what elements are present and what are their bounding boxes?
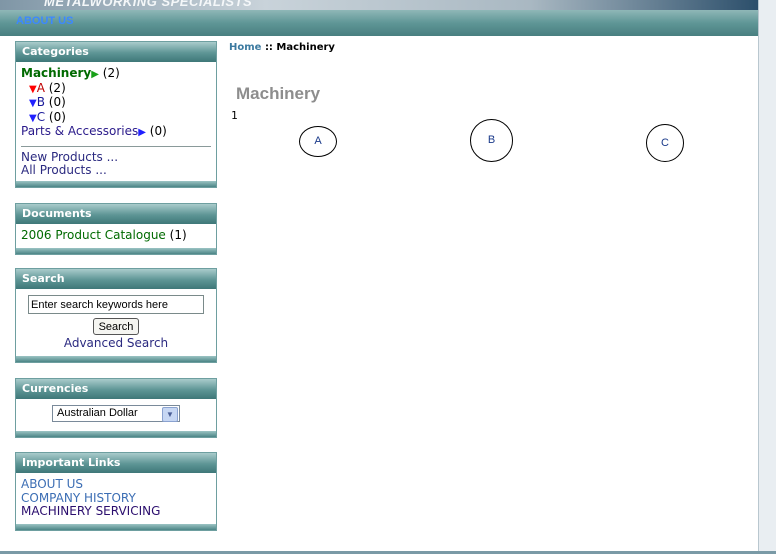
- category-count: (2): [102, 66, 120, 80]
- subcategory-count: (0): [48, 95, 66, 109]
- box-footer: [16, 181, 216, 187]
- subcategory-link-label: A: [314, 135, 322, 147]
- breadcrumb: Home :: Machinery: [229, 42, 335, 53]
- search-input[interactable]: [28, 295, 204, 314]
- page-title: Machinery: [236, 84, 321, 103]
- important-links-box: Important Links ABOUT US COMPANY HISTORY…: [15, 452, 217, 531]
- breadcrumb-separator: ::: [264, 42, 273, 53]
- subcategory-link-label: C: [661, 137, 669, 149]
- subcategory-link-a[interactable]: A: [299, 126, 337, 157]
- box-footer: [16, 356, 216, 362]
- box-footer: [16, 248, 216, 254]
- subcategory-link-b[interactable]: B: [470, 119, 513, 162]
- subcategory-c[interactable]: ▼C (0): [21, 109, 211, 126]
- important-links-heading: Important Links: [16, 453, 216, 473]
- categories-heading: Categories: [16, 42, 216, 62]
- link-company-history[interactable]: COMPANY HISTORY: [21, 491, 211, 506]
- breadcrumb-home-link[interactable]: Home: [229, 42, 261, 53]
- subcategory-count: (0): [48, 109, 66, 124]
- subcategory-a-label[interactable]: A: [37, 81, 45, 95]
- subcategory-a[interactable]: ▼A (2): [21, 80, 211, 97]
- category-machinery[interactable]: Machinery▶ (2): [21, 66, 211, 82]
- currency-select[interactable]: Australian Dollar ▼: [52, 405, 180, 422]
- categories-box: Categories Machinery▶ (2) ▼A (2) ▼B (0) …: [15, 41, 217, 188]
- collapse-down-icon: ▼: [29, 98, 37, 109]
- link-about-us[interactable]: ABOUT US: [21, 477, 211, 492]
- subcategory-count: (2): [48, 80, 66, 95]
- documents-box: Documents 2006 Product Catalogue (1): [15, 203, 217, 255]
- window-frame-right: [758, 0, 776, 554]
- category-machinery-label[interactable]: Machinery: [21, 66, 91, 80]
- collapse-down-icon: ▼: [29, 83, 37, 95]
- currency-selected-value: Australian Dollar: [57, 407, 138, 419]
- link-machinery-servicing[interactable]: MACHINERY SERVICING: [21, 504, 211, 519]
- about-us-nav-link[interactable]: ABOUT US: [16, 15, 73, 27]
- new-products-link[interactable]: New Products ...: [21, 150, 211, 165]
- expand-right-icon: ▶: [91, 69, 99, 80]
- search-box: Search Search Advanced Search: [15, 268, 217, 363]
- document-count: (1): [169, 228, 187, 242]
- header-tagline: METALWORKING SPECIALISTS: [44, 0, 253, 9]
- advanced-search-link[interactable]: Advanced Search: [21, 336, 211, 351]
- subcategory-b[interactable]: ▼B (0): [21, 95, 211, 111]
- search-button[interactable]: Search: [92, 318, 140, 335]
- subcategory-link-label: B: [487, 134, 496, 146]
- product-catalogue-link[interactable]: 2006 Product Catalogue: [21, 228, 166, 242]
- documents-heading: Documents: [16, 204, 216, 224]
- all-products-link[interactable]: All Products ...: [21, 163, 211, 178]
- breadcrumb-current: Machinery: [276, 42, 335, 53]
- category-parts-label[interactable]: Parts & Accessories: [21, 124, 138, 138]
- category-parts-accessories[interactable]: Parts & Accessories▶ (0): [21, 124, 211, 140]
- box-footer: [16, 431, 216, 437]
- box-footer: [16, 524, 216, 530]
- category-count: (0): [149, 124, 167, 138]
- top-nav-bar: ABOUT US: [0, 10, 758, 36]
- currencies-heading: Currencies: [16, 379, 216, 399]
- subcategory-link-c[interactable]: C: [646, 124, 684, 162]
- subcategory-c-label[interactable]: C: [37, 110, 45, 124]
- subcategory-b-label[interactable]: B: [37, 95, 45, 109]
- product-count: 1: [231, 109, 238, 122]
- chevron-down-icon[interactable]: ▼: [162, 407, 178, 422]
- header-banner: METALWORKING SPECIALISTS: [0, 0, 758, 10]
- currencies-box: Currencies Australian Dollar ▼: [15, 378, 217, 438]
- search-heading: Search: [16, 269, 216, 289]
- expand-right-icon: ▶: [138, 127, 146, 138]
- collapse-down-icon: ▼: [29, 112, 37, 124]
- divider: [21, 145, 211, 147]
